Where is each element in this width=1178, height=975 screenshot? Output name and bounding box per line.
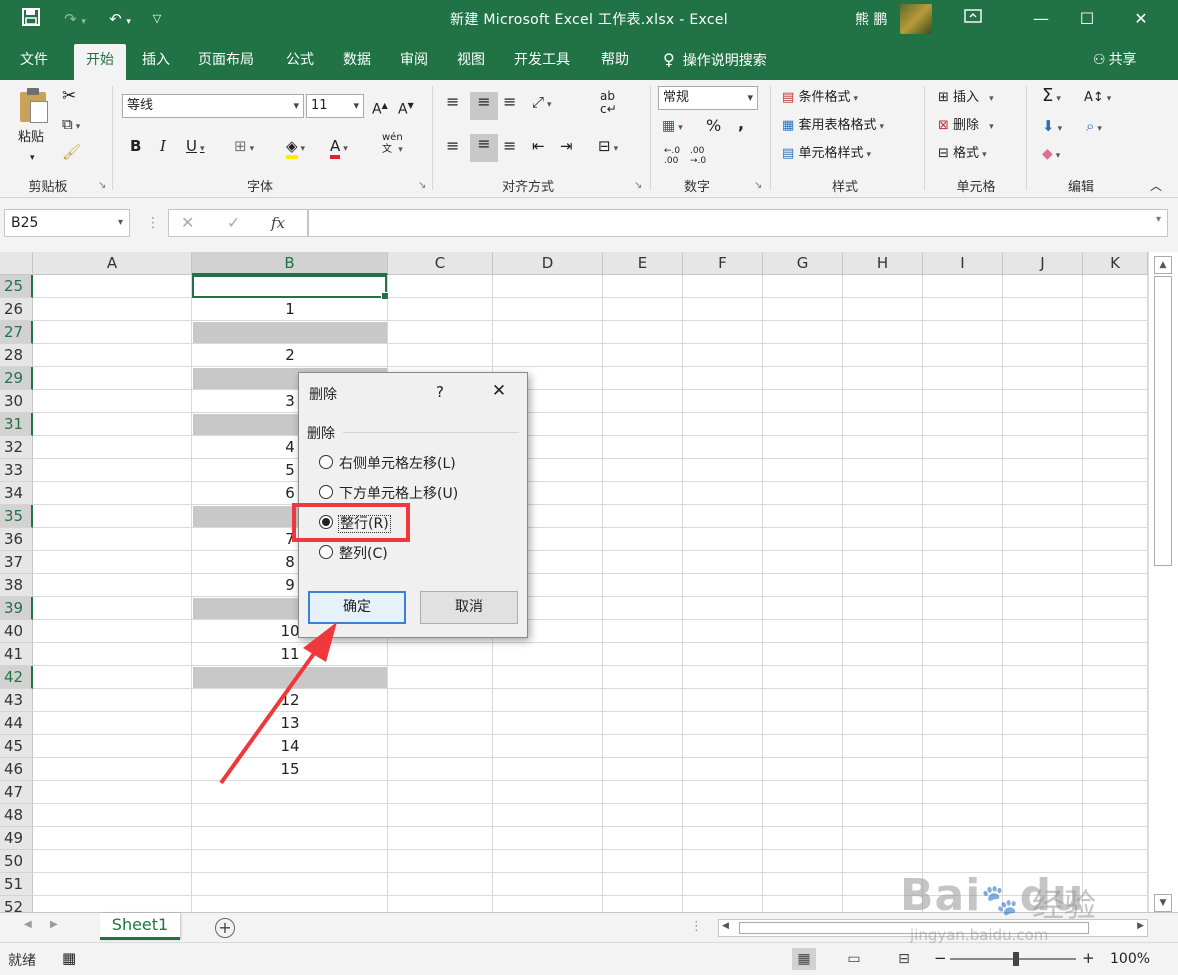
scroll-right-icon[interactable]: ▶ — [1137, 921, 1144, 931]
page-break-view-icon[interactable]: ⊟ — [892, 948, 916, 970]
add-sheet-icon[interactable]: + — [215, 918, 235, 938]
status-bar: 就绪 ▦ ▦ ▭ ⊟ − + 100% — [0, 942, 1178, 975]
zoom-level[interactable]: 100% — [1110, 949, 1150, 969]
horizontal-scrollbar[interactable]: ◀ ▶ — [718, 919, 1148, 937]
next-sheet-icon[interactable]: ▶ — [50, 919, 58, 930]
page-layout-view-icon[interactable]: ▭ — [842, 948, 866, 970]
zoom-slider-thumb[interactable] — [1013, 952, 1019, 966]
scroll-thumb[interactable] — [739, 922, 1089, 934]
sheet-tabs-bar: ◀ ▶ Sheet1 + ⋮ ◀ ▶ — [0, 912, 1178, 942]
arrow-annotation-icon — [219, 622, 337, 785]
zoom-out-icon[interactable]: − — [934, 948, 947, 968]
status-ready: 就绪 — [8, 953, 36, 969]
scroll-left-icon[interactable]: ◀ — [722, 921, 729, 931]
more-options-icon[interactable]: ⋮ — [690, 917, 703, 937]
prev-sheet-icon[interactable]: ◀ — [24, 919, 32, 930]
macro-record-icon[interactable]: ▦ — [62, 948, 76, 968]
normal-view-icon[interactable]: ▦ — [792, 948, 816, 970]
zoom-in-icon[interactable]: + — [1082, 948, 1095, 968]
sheet-tab-sheet1[interactable]: Sheet1 — [100, 913, 180, 940]
